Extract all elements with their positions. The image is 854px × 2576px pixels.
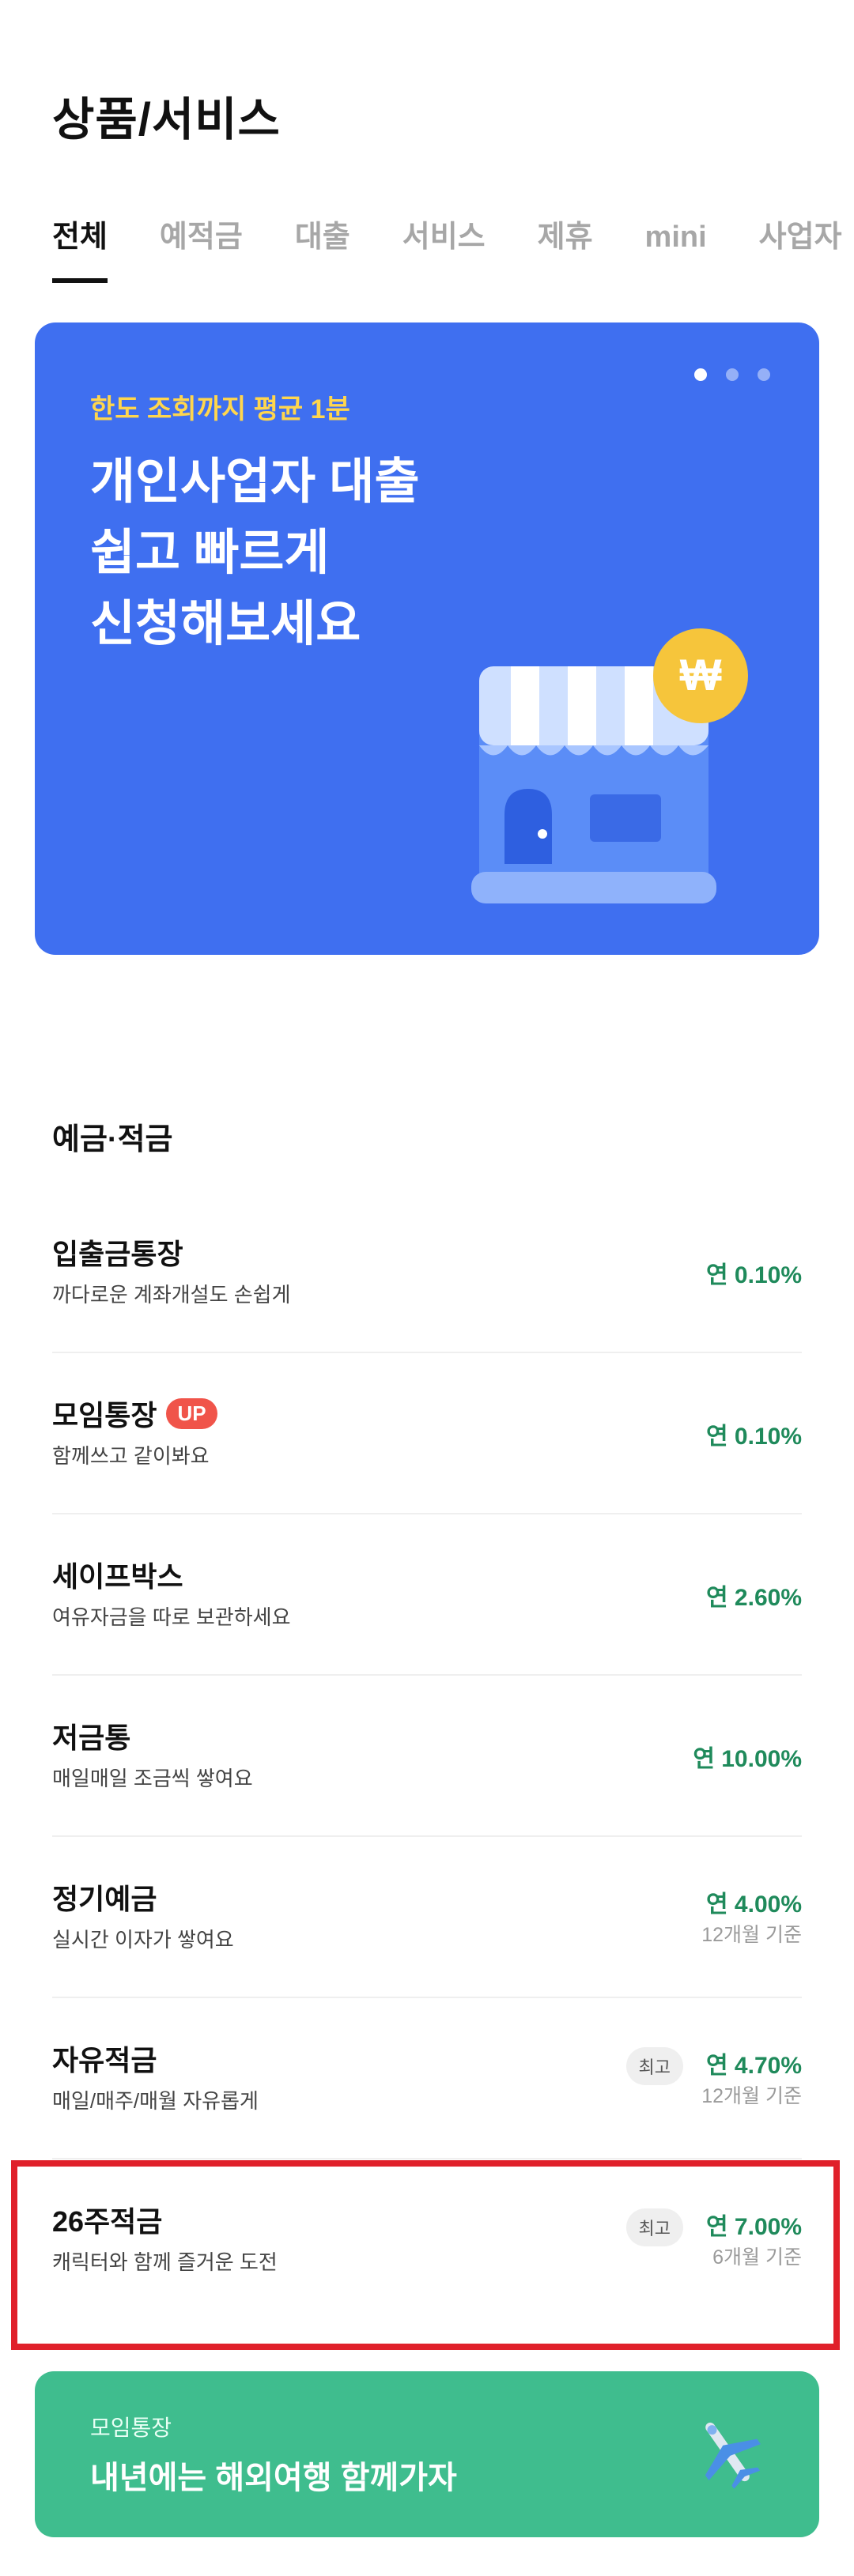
product-item[interactable]: 입출금통장 까다로운 계좌개설도 손쉽게 연 0.10% (52, 1190, 802, 1353)
promo-title: 내년에는 해외여행 함께가자 (90, 2461, 457, 2495)
tab-business[interactable]: 사업자 (759, 215, 842, 283)
up-badge: UP (166, 1397, 217, 1429)
page-title: 상품/서비스 (52, 94, 281, 145)
product-desc: 매일매일 조금씩 쌓여요 (52, 1767, 253, 1790)
product-name: 정기예금 (52, 1883, 157, 1915)
product-item[interactable]: 자유적금 매일/매주/매월 자유롭게 최고 연 4.70% 12개월 기준 (52, 1997, 802, 2159)
tab-mini[interactable]: mini (645, 215, 707, 283)
carousel-dot-2[interactable] (726, 368, 739, 381)
product-rate: 연 0.10% (706, 1262, 802, 1288)
product-name: 모임통장 UP (52, 1393, 217, 1434)
product-name: 입출금통장 (52, 1238, 183, 1270)
store-illustration-icon: ₩ (471, 628, 748, 903)
product-item[interactable]: 정기예금 실시간 이자가 쌓여요 연 4.00% 12개월 기준 (52, 1835, 802, 1998)
best-badge: 최고 (625, 2047, 683, 2085)
category-tabs: 전체 예적금 대출 서비스 제휴 mini 사업자 (52, 215, 854, 286)
airplane-icon (705, 2422, 761, 2489)
product-name: 세이프박스 (52, 1560, 183, 1593)
tab-loans[interactable]: 대출 (295, 215, 350, 283)
selection-highlight (11, 2160, 840, 2350)
product-item[interactable]: 저금통 매일매일 조금씩 쌓여요 연 10.00% (52, 1674, 802, 1837)
carousel-indicator (694, 368, 770, 381)
product-rate: 연 4.00% (706, 1891, 802, 1918)
svg-text:₩: ₩ (680, 650, 722, 700)
product-rate-basis: 12개월 기준 (701, 1924, 802, 1946)
product-item[interactable]: 모임통장 UP 함께쓰고 같이봐요 연 0.10% (52, 1352, 802, 1514)
product-name: 저금통 (52, 1722, 131, 1754)
product-rate: 연 2.60% (706, 1585, 802, 1611)
product-desc: 함께쓰고 같이봐요 (52, 1444, 210, 1468)
product-desc: 여유자금을 따로 보관하세요 (52, 1605, 291, 1629)
banner-eyebrow: 한도 조회까지 평균 1분 (90, 394, 350, 424)
product-desc: 까다로운 계좌개설도 손쉽게 (52, 1283, 291, 1307)
product-item[interactable]: 세이프박스 여유자금을 따로 보관하세요 연 2.60% (52, 1513, 802, 1676)
carousel-dot-3[interactable] (758, 368, 770, 381)
product-rate: 연 10.00% (693, 1746, 802, 1772)
banner-line-3: 신청해보세요 (90, 597, 361, 651)
banner-line-1: 개인사업자 대출 (90, 454, 420, 509)
product-desc: 매일/매주/매월 자유롭게 (52, 2089, 259, 2113)
product-rate-basis: 12개월 기준 (701, 2085, 802, 2107)
tab-all[interactable]: 전체 (52, 215, 108, 283)
product-name: 자유적금 (52, 2044, 157, 2076)
tab-savings[interactable]: 예적금 (160, 215, 243, 283)
business-loan-banner[interactable]: 한도 조회까지 평균 1분 개인사업자 대출 쉽고 빠르게 신청해보세요 ₩ (35, 322, 819, 955)
group-account-promo-banner[interactable]: 모임통장 내년에는 해외여행 함께가자 (35, 2371, 819, 2537)
banner-line-2: 쉽고 빠르게 (90, 526, 330, 580)
tab-partners[interactable]: 제휴 (538, 215, 593, 283)
product-desc: 실시간 이자가 쌓여요 (52, 1928, 234, 1952)
section-title: 예금·적금 (52, 1123, 173, 1156)
tab-services[interactable]: 서비스 (402, 215, 486, 283)
promo-eyebrow: 모임통장 (90, 2416, 172, 2440)
product-rate: 연 0.10% (706, 1424, 802, 1450)
product-rate: 연 4.70% (706, 2053, 802, 2079)
carousel-dot-1[interactable] (694, 368, 707, 381)
